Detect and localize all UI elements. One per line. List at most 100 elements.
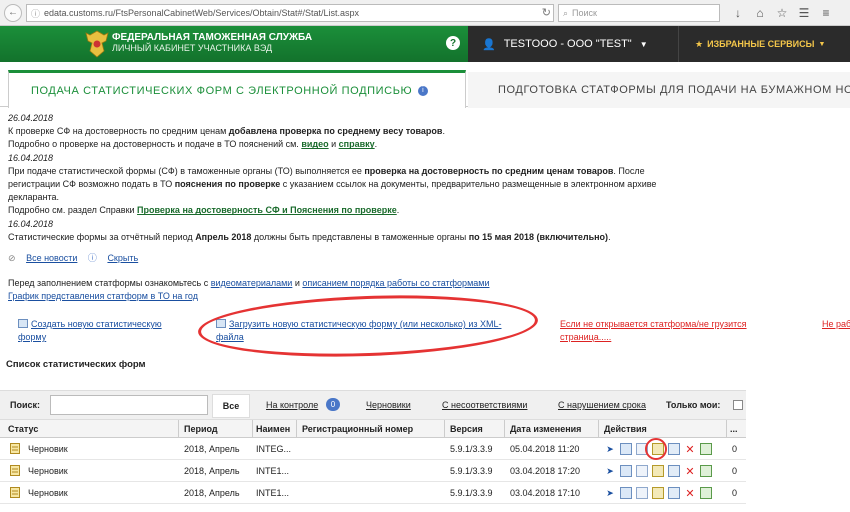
filter-late[interactable]: С нарушением срока xyxy=(558,400,646,410)
delete-icon[interactable]: ✕ xyxy=(684,443,696,456)
all-news-link[interactable]: ⊘ Все новости xyxy=(8,253,77,263)
news-text: регистрации СФ возможно подать в ТО пояс… xyxy=(8,179,657,190)
help-link[interactable]: справку xyxy=(339,139,375,149)
col-regnum[interactable]: Регистрационный номер xyxy=(302,424,413,434)
video-link[interactable]: видео xyxy=(301,139,328,149)
filter-mismatch[interactable]: С несоответствиями xyxy=(442,400,527,410)
draft-document-icon xyxy=(10,443,20,454)
copy-icon[interactable] xyxy=(636,465,648,477)
user-menu[interactable]: 👤 TESTOOO - ООО "TEST" ▼ xyxy=(468,26,678,62)
info-icon: ⓘ xyxy=(31,8,41,19)
col-version[interactable]: Версия xyxy=(450,424,483,434)
video-materials-link[interactable]: видеоматериалами xyxy=(211,278,293,288)
info-icon: ⓘ xyxy=(87,253,97,264)
view-document-icon[interactable] xyxy=(620,465,632,477)
hide-news-link[interactable]: ⓘ Скрыть xyxy=(88,253,138,263)
user-icon: 👤 xyxy=(482,38,496,51)
news-text: При подаче статистической формы (СФ) в т… xyxy=(8,165,645,176)
table-row[interactable]: Черновик 2018, Апрель INTE1... 5.9.1/3.3… xyxy=(0,482,746,504)
paperclip-icon: ⊘ xyxy=(8,253,16,264)
export-icon[interactable] xyxy=(700,465,712,477)
help-icon[interactable]: ? xyxy=(446,36,460,50)
procedure-link[interactable]: описанием порядка работы со статформами xyxy=(302,278,489,288)
send-icon[interactable]: ➤ xyxy=(604,443,616,455)
only-mine-label: Только мои: xyxy=(666,400,721,410)
send-icon[interactable]: ➤ xyxy=(604,487,616,499)
copy-icon[interactable] xyxy=(636,443,648,455)
search-placeholder: Поиск xyxy=(572,8,597,18)
filter-bar: Поиск: Все На контроле 0 Черновики С нес… xyxy=(0,390,746,420)
col-more[interactable]: ... xyxy=(730,424,738,434)
news-block: 26.04.2018 К проверке СФ на достоверност… xyxy=(8,112,844,265)
send-icon[interactable]: ➤ xyxy=(604,465,616,477)
only-mine-checkbox[interactable] xyxy=(733,400,743,410)
edit-icon[interactable] xyxy=(652,487,664,499)
filter-all-button[interactable]: Все xyxy=(212,394,250,418)
col-date[interactable]: Дата изменения xyxy=(510,424,581,434)
plugin-link[interactable]: Не раб плаги xyxy=(822,318,850,331)
eagle-emblem-icon xyxy=(85,30,109,58)
org-subtitle: ЛИЧНЫЙ КАБИНЕТ УЧАСТНИКА ВЭД xyxy=(112,43,273,53)
table-row[interactable]: Черновик 2018, Апрель INTEG... 5.9.1/3.3… xyxy=(0,438,746,460)
table-row[interactable]: Черновик 2018, Апрель INTE1... 5.9.1/3.3… xyxy=(0,460,746,482)
upload-icon xyxy=(216,319,226,328)
favorites-label: ИЗБРАННЫЕ СЕРВИСЫ xyxy=(707,39,815,49)
create-form-link[interactable]: Создать новую статистическую форму xyxy=(18,318,186,344)
browser-toolbar: ← ⓘ edata.customs.ru/FtsPersonalCabinetW… xyxy=(0,0,850,26)
tab-label: ПОДАЧА СТАТИСТИЧЕСКИХ ФОРМ С ЭЛЕКТРОННОЙ… xyxy=(31,84,413,97)
list-title: Список статистических форм xyxy=(6,359,146,370)
print-icon[interactable] xyxy=(668,487,680,499)
bookmark-star-icon[interactable]: ☆ xyxy=(774,4,790,22)
col-period[interactable]: Период xyxy=(184,424,218,434)
info-icon[interactable]: i xyxy=(418,85,429,96)
print-icon[interactable] xyxy=(668,443,680,455)
bookmarks-icon[interactable]: ☰ xyxy=(796,4,812,22)
filter-on-control[interactable]: На контроле xyxy=(266,400,318,410)
tab-label: ПОДГОТОВКА СТАТФОРМЫ ДЛЯ ПОДАЧИ НА БУМАЖ… xyxy=(498,84,850,96)
news-text: декларанта. xyxy=(8,192,60,203)
edit-icon[interactable] xyxy=(652,443,664,455)
schedule-link[interactable]: График представления статформ в ТО на го… xyxy=(8,291,198,301)
verification-help-link[interactable]: Проверка на достоверность СФ и Пояснения… xyxy=(137,205,397,215)
new-document-icon xyxy=(18,319,28,328)
print-icon[interactable] xyxy=(668,465,680,477)
edit-icon[interactable] xyxy=(652,465,664,477)
delete-icon[interactable]: ✕ xyxy=(684,465,696,478)
news-text: К проверке СФ на достоверность по средни… xyxy=(8,126,445,137)
filter-drafts[interactable]: Черновики xyxy=(366,400,411,410)
export-icon[interactable] xyxy=(700,487,712,499)
view-document-icon[interactable] xyxy=(620,443,632,455)
reload-icon[interactable]: ↻ xyxy=(542,6,551,19)
export-icon[interactable] xyxy=(700,443,712,455)
favorites-menu[interactable]: ★ ИЗБРАННЫЕ СЕРВИСЫ ▼ xyxy=(678,26,850,62)
draft-document-icon xyxy=(10,465,20,476)
count-badge: 0 xyxy=(326,398,340,411)
col-status[interactable]: Статус xyxy=(8,424,38,434)
col-actions: Действия xyxy=(604,424,647,434)
download-icon[interactable]: ↓ xyxy=(730,4,746,22)
address-bar[interactable]: ⓘ edata.customs.ru/FtsPersonalCabinetWeb… xyxy=(26,4,554,22)
search-icon: ⌕ xyxy=(563,7,569,18)
troubleshoot-link[interactable]: Если не открывается статформа/не грузитс… xyxy=(560,318,770,344)
tab-e-signature[interactable]: ПОДАЧА СТАТИСТИЧЕСКИХ ФОРМ С ЭЛЕКТРОННОЙ… xyxy=(8,70,466,108)
url-text: edata.customs.ru/FtsPersonalCabinetWeb/S… xyxy=(44,8,360,18)
site-header: ФЕДЕРАЛЬНАЯ ТАМОЖЕННАЯ СЛУЖБА ЛИЧНЫЙ КАБ… xyxy=(0,26,850,62)
upload-xml-link[interactable]: Загрузить новую статистическую форму (ил… xyxy=(216,318,516,344)
delete-icon[interactable]: ✕ xyxy=(684,487,696,500)
news-text: Подробно см. раздел Справки Проверка на … xyxy=(8,205,400,216)
search-label: Поиск: xyxy=(10,400,41,410)
home-icon[interactable]: ⌂ xyxy=(752,4,768,22)
news-text: Подробно о проверке на достоверность и п… xyxy=(8,139,378,150)
browser-search-input[interactable]: ⌕ Поиск xyxy=(558,4,720,22)
pre-info: Перед заполнением статформы ознакомьтесь… xyxy=(8,278,490,301)
col-name[interactable]: Наимен xyxy=(256,424,290,434)
tab-paper-submission[interactable]: ПОДГОТОВКА СТАТФОРМЫ ДЛЯ ПОДАЧИ НА БУМАЖ… xyxy=(468,72,850,108)
search-input[interactable] xyxy=(50,395,208,415)
table-header: Статус Период Наимен Регистрационный ном… xyxy=(0,420,746,438)
copy-icon[interactable] xyxy=(636,487,648,499)
back-icon[interactable]: ← xyxy=(4,3,22,22)
view-document-icon[interactable] xyxy=(620,487,632,499)
header-brand: ФЕДЕРАЛЬНАЯ ТАМОЖЕННАЯ СЛУЖБА ЛИЧНЫЙ КАБ… xyxy=(0,26,468,62)
news-date: 16.04.2018 xyxy=(8,152,54,163)
menu-icon[interactable]: ≡ xyxy=(818,4,834,22)
